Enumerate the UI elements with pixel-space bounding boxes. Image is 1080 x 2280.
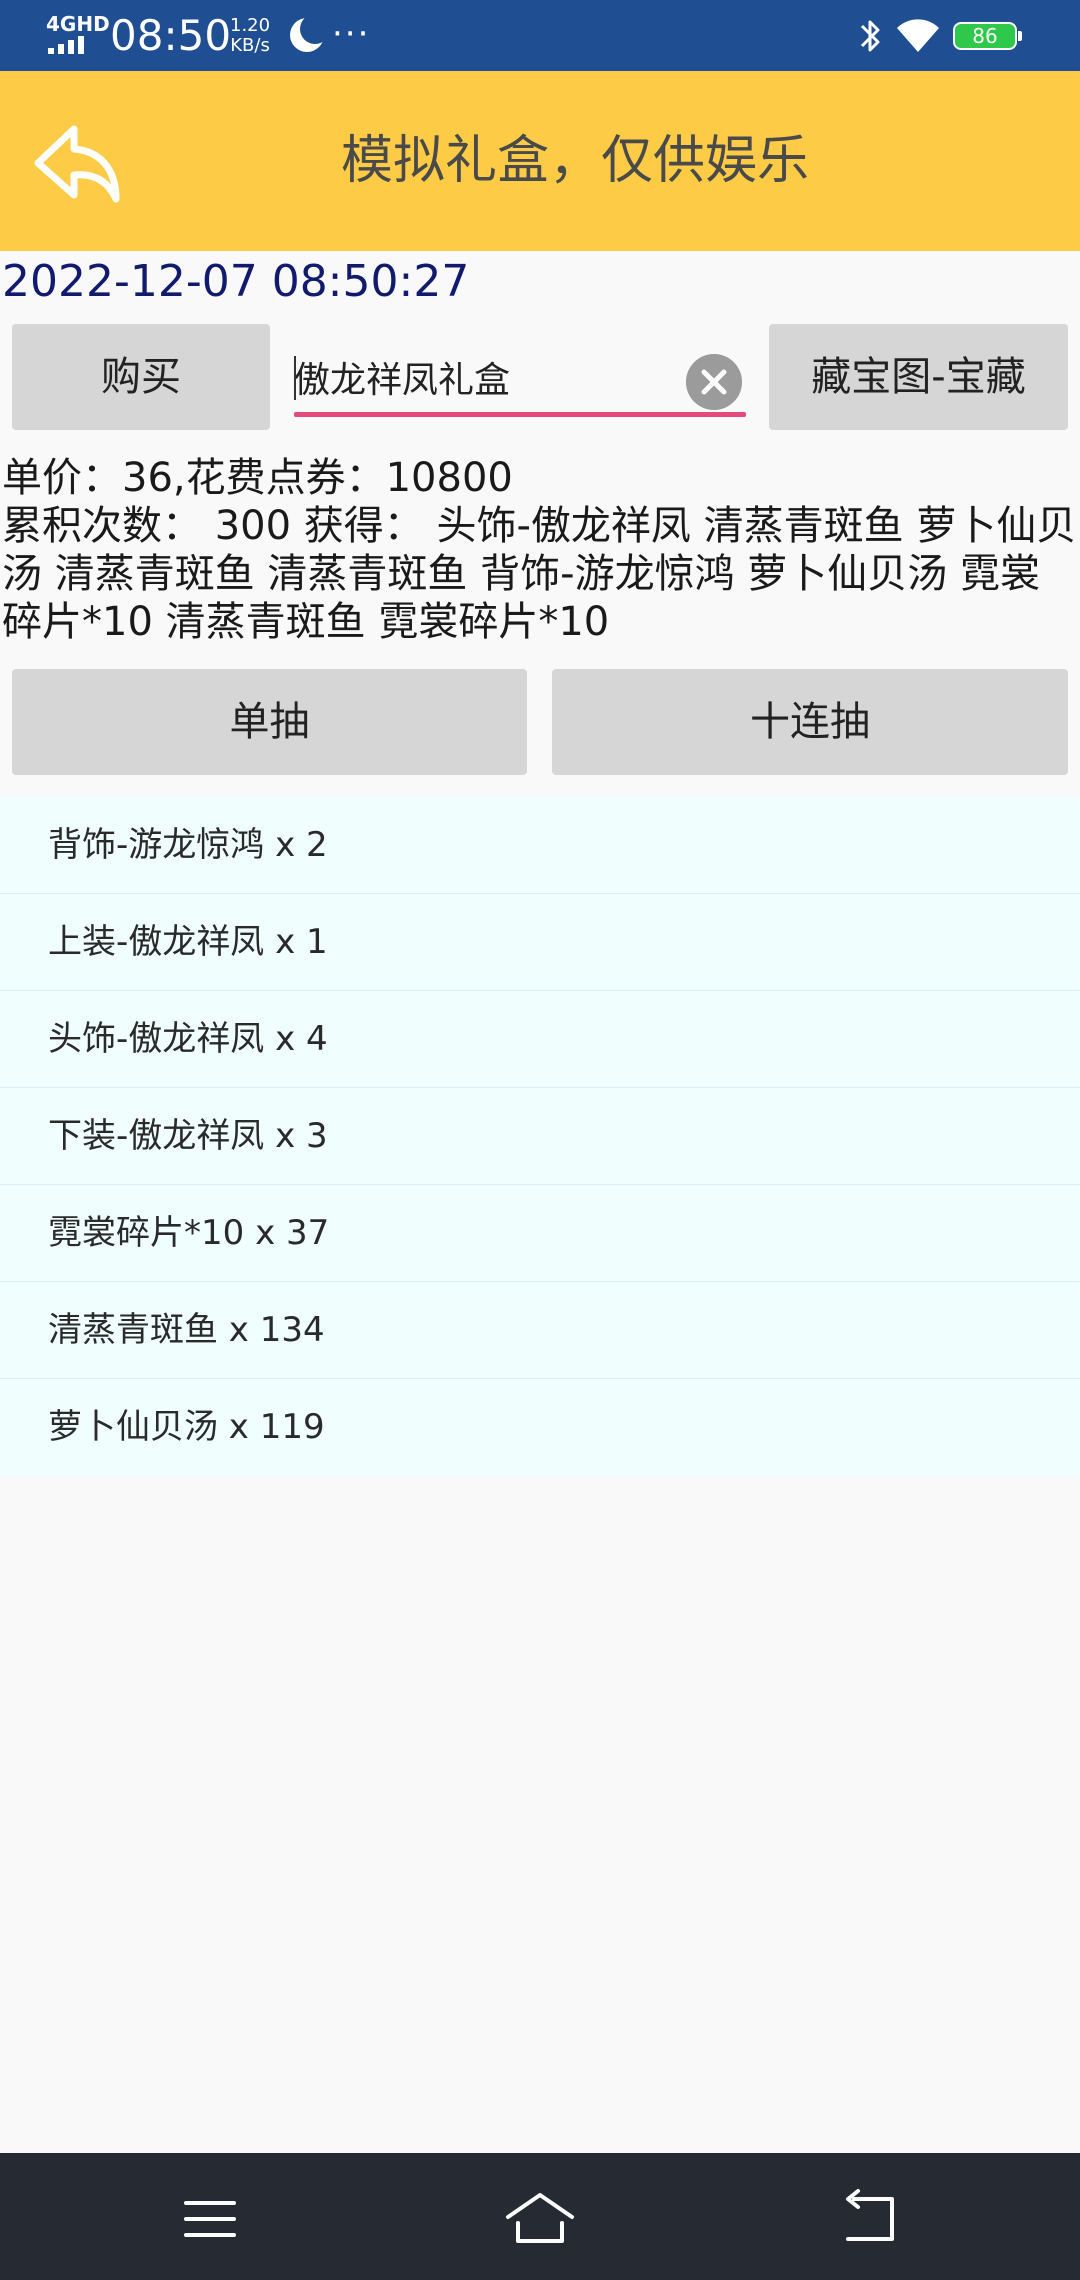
- menu-icon[interactable]: [170, 2183, 250, 2253]
- status-bar: 4GHD 08:50 1.20 KB/s ··· 86: [0, 0, 1080, 71]
- list-item[interactable]: 头饰-傲龙祥凤 x 4: [0, 991, 1080, 1088]
- system-nav-bar: [0, 2153, 1080, 2280]
- network-type: 4GHD: [46, 12, 110, 36]
- bluetooth-icon: [860, 20, 880, 52]
- speed-unit: KB/s: [230, 35, 270, 56]
- back-icon[interactable]: [830, 2183, 910, 2253]
- results-list: 背饰-游龙惊鸿 x 2 上装-傲龙祥凤 x 1 头饰-傲龙祥凤 x 4 下装-傲…: [0, 797, 1080, 1476]
- ten-draw-button[interactable]: 十连抽: [552, 669, 1068, 775]
- list-item[interactable]: 上装-傲龙祥凤 x 1: [0, 894, 1080, 991]
- moon-icon: [290, 14, 330, 52]
- clear-icon[interactable]: [686, 354, 742, 410]
- draw-info: 单价：36,花费点券：10800 累积次数： 300 获得： 头饰-傲龙祥凤 清…: [2, 454, 1078, 646]
- page-title: 模拟礼盒，仅供娱乐: [340, 131, 809, 191]
- signal-icon: [48, 34, 98, 54]
- back-arrow-icon[interactable]: [28, 111, 128, 211]
- list-item[interactable]: 下装-傲龙祥凤 x 3: [0, 1088, 1080, 1185]
- app-toolbar: 模拟礼盒，仅供娱乐: [0, 71, 1080, 251]
- buy-button[interactable]: 购买: [12, 324, 270, 430]
- wifi-icon: [897, 19, 939, 52]
- home-icon[interactable]: [500, 2183, 580, 2253]
- giftbox-name-input[interactable]: [294, 340, 684, 414]
- input-underline: [294, 412, 746, 417]
- more-notifications: ···: [332, 14, 371, 54]
- battery-icon: 86: [953, 22, 1022, 50]
- giftbox-search: [294, 340, 746, 420]
- single-draw-button[interactable]: 单抽: [12, 669, 527, 775]
- text-cursor: [294, 356, 296, 400]
- list-item[interactable]: 背饰-游龙惊鸿 x 2: [0, 797, 1080, 894]
- price-info: 单价：36,花费点券：10800: [2, 455, 513, 501]
- list-item[interactable]: 萝卜仙贝汤 x 119: [0, 1379, 1080, 1476]
- status-time: 08:50: [110, 11, 232, 60]
- network-speed: 1.20 KB/s: [230, 16, 270, 56]
- draw-history: 累积次数： 300 获得： 头饰-傲龙祥凤 清蒸青斑鱼 萝卜仙贝汤 清蒸青斑鱼 …: [2, 503, 1077, 645]
- list-item[interactable]: 清蒸青斑鱼 x 134: [0, 1282, 1080, 1379]
- current-datetime: 2022-12-07 08:50:27: [2, 256, 470, 307]
- treasure-map-button[interactable]: 藏宝图-宝藏: [769, 324, 1068, 430]
- speed-value: 1.20: [230, 15, 271, 36]
- list-item[interactable]: 霓裳碎片*10 x 37: [0, 1185, 1080, 1282]
